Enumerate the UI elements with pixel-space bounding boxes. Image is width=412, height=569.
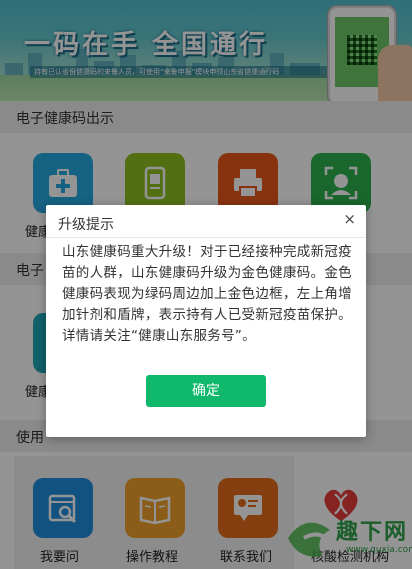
- dialog-message: 山东健康码重大升级！对于已经接种完成新冠疫苗的人群，山东健康码升级为金色健康码。…: [62, 244, 352, 344]
- dialog-divider: [46, 237, 366, 238]
- dialog-title: 升级提示: [58, 217, 114, 233]
- upgrade-dialog: 升级提示 × 山东健康码重大升级！对于已经接种完成新冠疫苗的人群，山东健康码升级…: [46, 205, 366, 437]
- close-icon[interactable]: ×: [343, 210, 356, 228]
- confirm-button[interactable]: 确定: [146, 375, 266, 407]
